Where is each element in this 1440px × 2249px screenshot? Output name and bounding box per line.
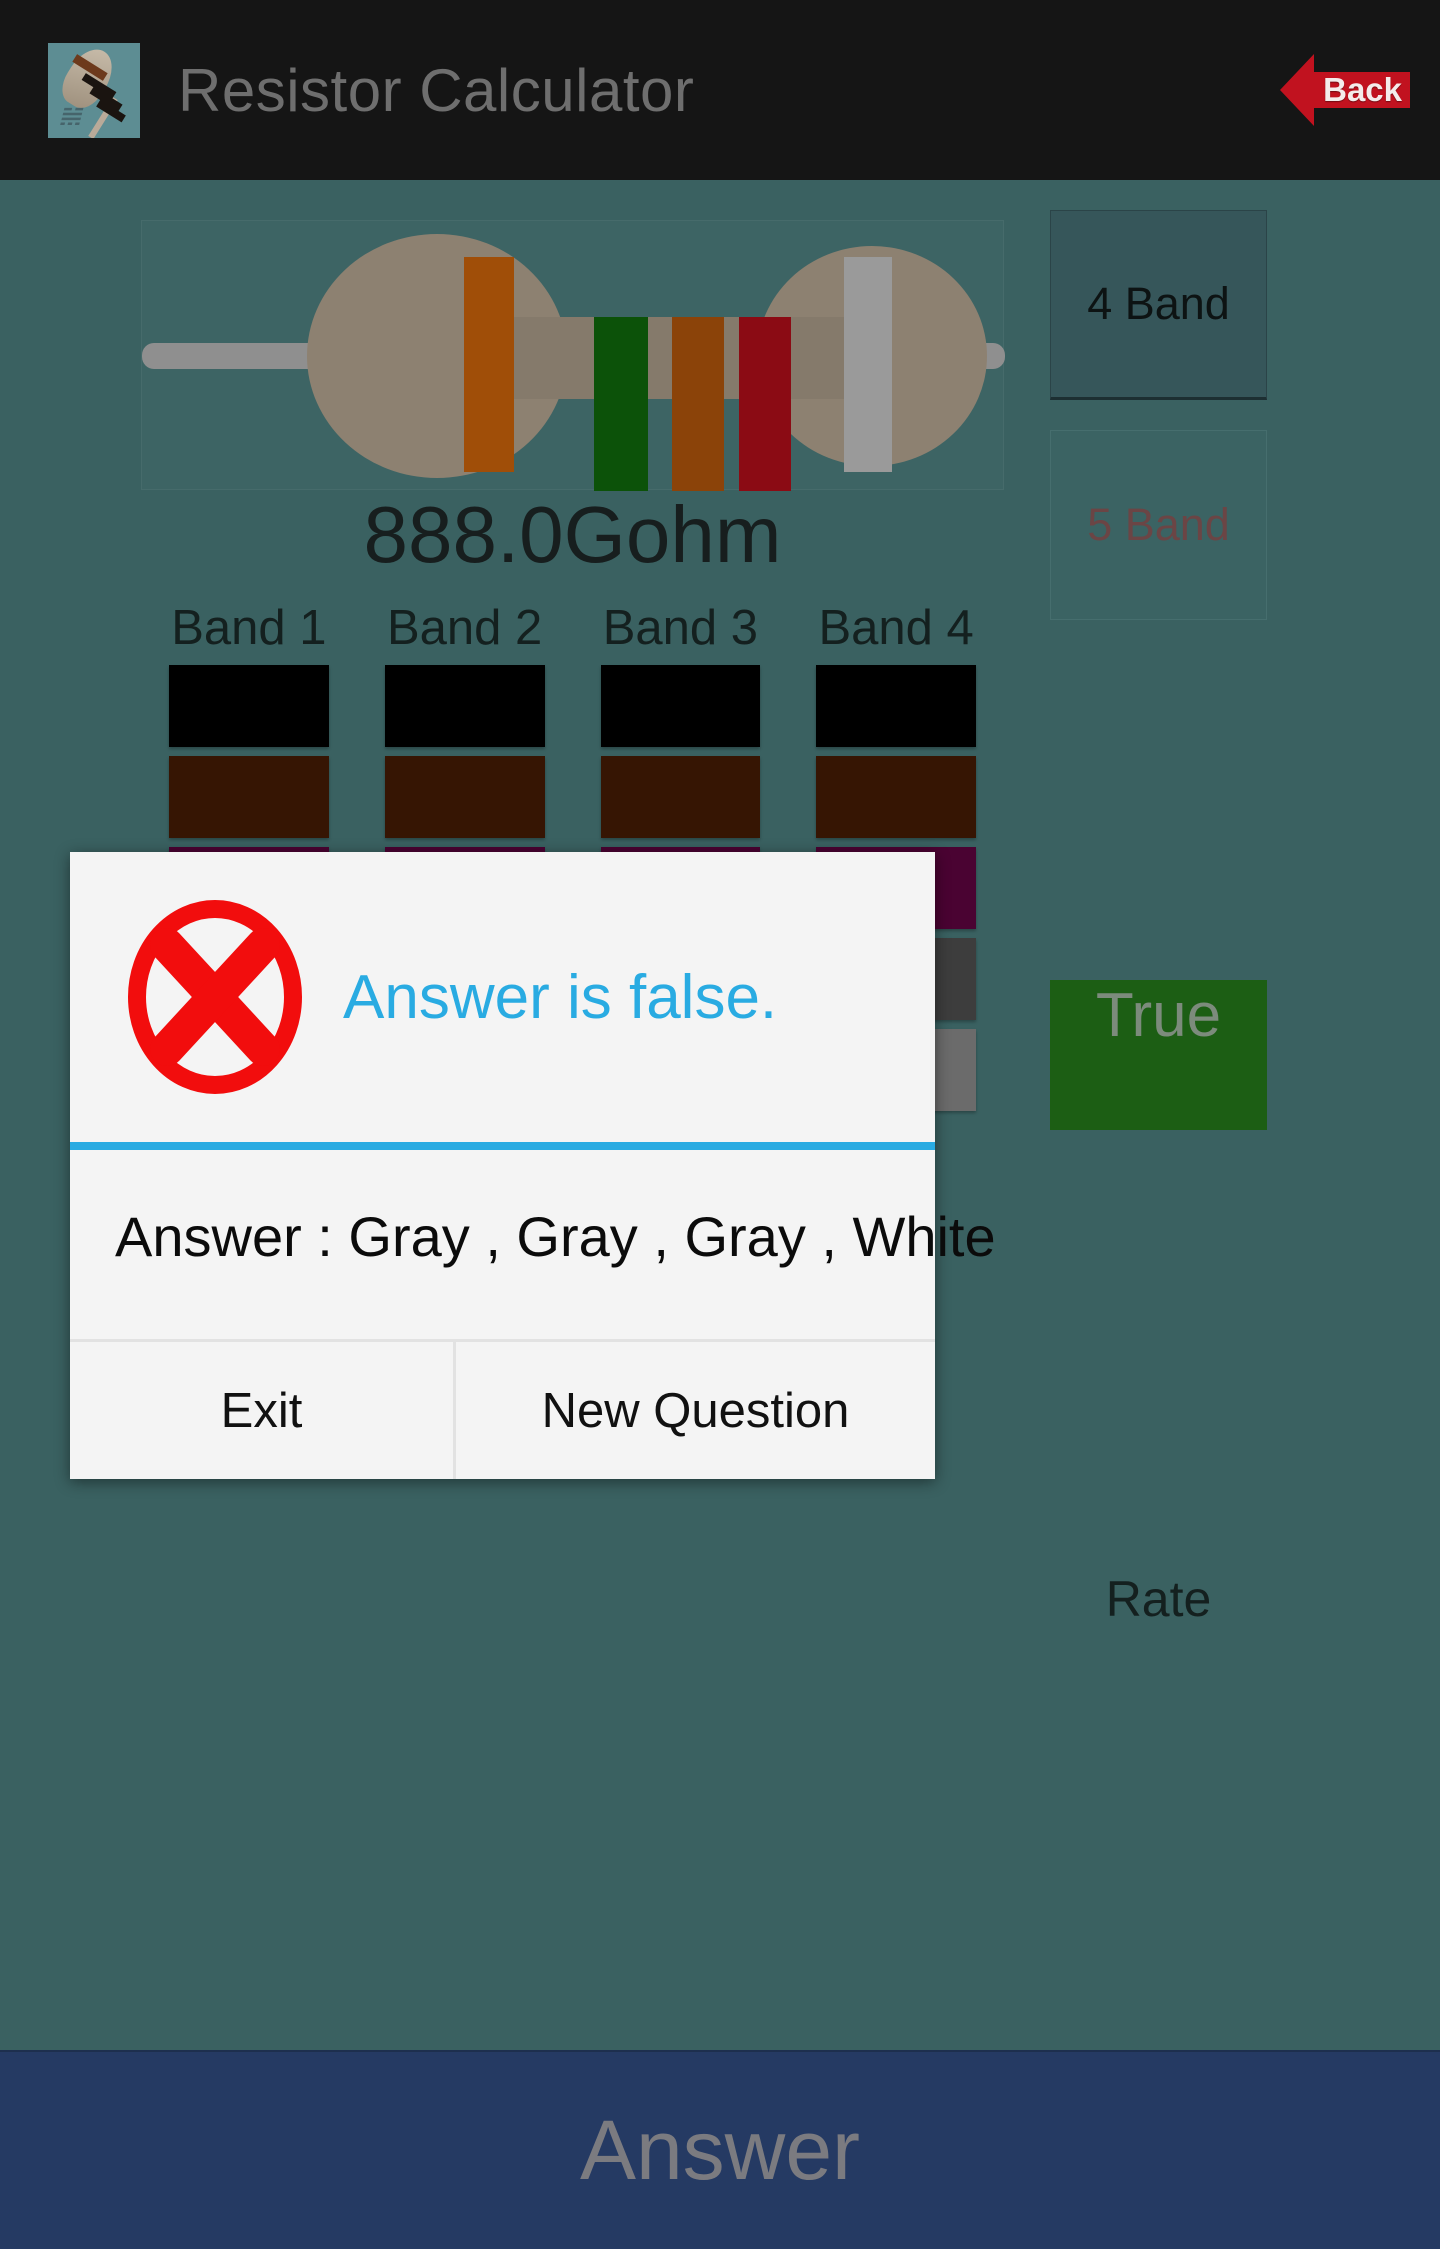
dialog-title: Answer is false.	[343, 962, 778, 1032]
true-button[interactable]: True	[1050, 980, 1267, 1130]
five-band-button[interactable]: 5 Band	[1050, 430, 1267, 620]
swatch-black-band-3[interactable]	[600, 665, 761, 747]
swatch-brown-band-2[interactable]	[384, 756, 545, 838]
dialog-accent-divider	[70, 1142, 935, 1150]
app-title-bar: 𝌣 Resistor Calculator Back	[0, 0, 1440, 180]
back-button-label: Back	[1323, 71, 1402, 108]
resistor-preview-panel	[141, 220, 1005, 491]
dialog-box: Answer is false. Answer : Gray , Gray , …	[70, 852, 996, 1479]
page-title: Resistor Calculator	[178, 56, 695, 124]
band-label-row: Band 1 Band 2 Band 3 Band 4	[141, 600, 1004, 656]
resistance-value: 888.0Gohm	[363, 490, 782, 579]
answer-bar-label: Answer	[579, 2103, 861, 2197]
five-band-label: 5 Band	[1087, 499, 1230, 550]
new-question-button-label: New Question	[541, 1383, 850, 1438]
rate-label: Rate	[1105, 1571, 1212, 1627]
swatch-black-band-2[interactable]	[384, 665, 545, 747]
swatch-row	[141, 756, 1004, 838]
band-label-2: Band 2	[386, 601, 543, 655]
dialog-answer-text: Answer : Gray , Gray , Gray , White	[115, 1205, 996, 1268]
exit-button-label: Exit	[220, 1383, 303, 1438]
dialog-header: Answer is false.	[70, 852, 935, 1142]
resistor-tolerance-band	[844, 257, 892, 472]
swatch-row	[141, 665, 1004, 747]
swatch-brown-band-3[interactable]	[600, 756, 761, 838]
four-band-label: 4 Band	[1087, 278, 1230, 329]
resistor-diagram	[142, 234, 1005, 491]
band-mode-buttons: 4 Band 5 Band	[1050, 210, 1267, 650]
resistor-band-2	[594, 317, 648, 491]
band-label-3: Band 3	[602, 601, 759, 655]
red-circle-x-icon	[128, 900, 302, 1094]
dialog-body: Answer : Gray , Gray , Gray , White	[70, 1150, 996, 1339]
resistor-app-icon: 𝌣	[48, 42, 140, 138]
resistor-band-1	[464, 257, 514, 472]
swatch-black-band-4[interactable]	[816, 665, 976, 747]
dialog-action-row: Exit New Question	[70, 1339, 935, 1479]
resistor-band-3	[672, 317, 724, 491]
swatch-brown-band-1[interactable]	[169, 756, 329, 838]
swatch-black-band-1[interactable]	[169, 665, 329, 747]
back-button[interactable]: Back	[1280, 48, 1410, 132]
resistor-midsection	[472, 317, 862, 399]
band-label-4: Band 4	[818, 601, 974, 655]
resistor-band-4	[739, 317, 791, 491]
answer-result-dialog: Answer is false. Answer : Gray , Gray , …	[70, 852, 996, 2107]
four-band-button[interactable]: 4 Band	[1050, 210, 1267, 400]
band-label-1: Band 1	[171, 601, 327, 655]
true-button-label: True	[1095, 981, 1222, 1050]
new-question-button[interactable]: New Question	[456, 1342, 935, 1479]
icon-letter-d: 𝌣	[58, 101, 82, 131]
exit-button[interactable]: Exit	[70, 1342, 456, 1479]
swatch-brown-band-4[interactable]	[816, 756, 976, 838]
